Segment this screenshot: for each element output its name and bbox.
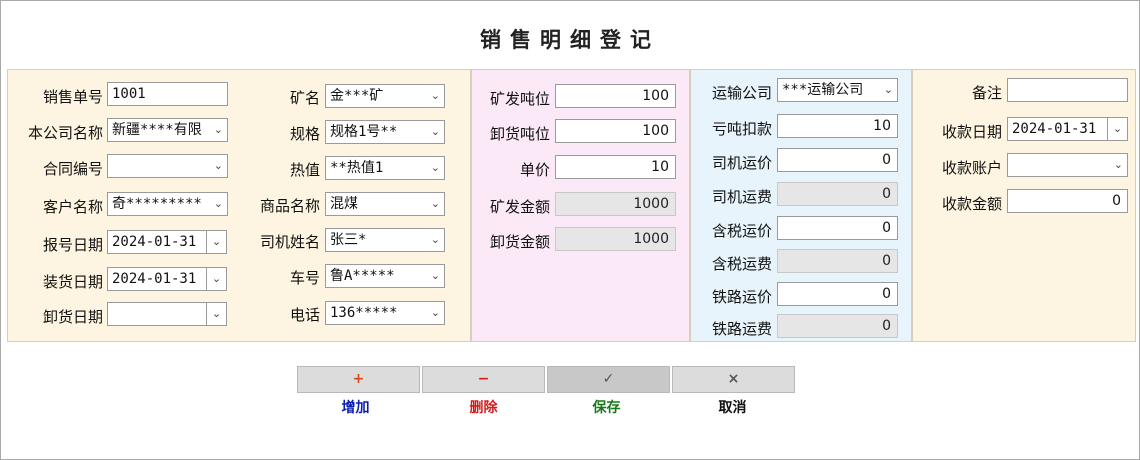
chevron-down-icon: ⌄ [883, 83, 893, 96]
calendar-dropdown-icon[interactable]: ⌄ [206, 230, 227, 254]
mine-tons-label: 矿发吨位 [489, 90, 550, 108]
account-label: 收款账户 [941, 159, 1002, 177]
chevron-down-icon: ⌄ [1113, 158, 1123, 171]
unit-price-label: 单价 [519, 161, 550, 179]
phone-label: 电话 [289, 306, 320, 324]
mine-value: 金***矿 [330, 88, 384, 104]
cancel-label[interactable]: 取消 [671, 397, 794, 417]
phone-select[interactable]: 136***** ⌄ [325, 301, 445, 325]
rail-rate-label: 铁路运价 [711, 288, 772, 306]
delete-label[interactable]: 删除 [422, 397, 545, 417]
heat-value: **热值1 [330, 160, 384, 176]
remark-label: 备注 [971, 84, 1002, 102]
tax-rate-field[interactable]: 0 [777, 216, 898, 240]
company-select[interactable]: 新疆****有限 ⌄ [107, 118, 228, 142]
unload-date-label: 卸货日期 [42, 308, 103, 326]
phone-value: 136***** [330, 305, 398, 321]
mine-amount-field: 1000 [555, 192, 676, 216]
sale-no-field[interactable]: 1001 [107, 82, 228, 106]
driver-select[interactable]: 张三* ⌄ [325, 228, 445, 252]
heat-label: 热值 [289, 161, 320, 179]
tax-fee-field: 0 [777, 249, 898, 273]
add-label[interactable]: 增加 [294, 397, 417, 417]
mine-select[interactable]: 金***矿 ⌄ [325, 84, 445, 108]
unit-price-field[interactable]: 10 [555, 155, 676, 179]
customer-value: 奇********* [112, 196, 202, 212]
chevron-down-icon: ⌄ [430, 161, 440, 174]
receive-amount-field[interactable]: 0 [1007, 189, 1128, 213]
add-button[interactable]: + [297, 366, 420, 393]
remark-field[interactable] [1007, 78, 1128, 102]
calendar-dropdown-icon[interactable]: ⌄ [1107, 117, 1128, 141]
plate-value: 鲁A***** [330, 268, 395, 284]
driver-label: 司机姓名 [259, 233, 320, 251]
rail-fee-field: 0 [777, 314, 898, 338]
product-label: 商品名称 [259, 197, 320, 215]
driver-rate-label: 司机运价 [711, 154, 772, 172]
driver-value: 张三* [330, 232, 367, 248]
mine-tons-field[interactable]: 100 [555, 84, 676, 108]
transport-company-value: ***运输公司 [782, 82, 864, 98]
customer-select[interactable]: 奇********* ⌄ [107, 192, 228, 216]
contract-no-label: 合同编号 [42, 160, 103, 178]
chevron-down-icon: ⌄ [430, 233, 440, 246]
chevron-down-icon: ⌄ [213, 123, 223, 136]
receive-date-field[interactable]: 2024-01-31 [1007, 117, 1108, 141]
chevron-down-icon: ⌄ [430, 89, 440, 102]
mine-label: 矿名 [289, 89, 320, 107]
tax-rate-label: 含税运价 [711, 222, 772, 240]
save-button[interactable]: ✓ [547, 366, 670, 393]
load-date-field[interactable]: 2024-01-31 [107, 267, 207, 291]
report-date-field[interactable]: 2024-01-31 [107, 230, 207, 254]
driver-rate-field[interactable]: 0 [777, 148, 898, 172]
rail-rate-field[interactable]: 0 [777, 282, 898, 306]
cancel-button[interactable]: × [672, 366, 795, 393]
rail-fee-label: 铁路运费 [711, 320, 772, 338]
product-value: 混煤 [330, 196, 358, 212]
unload-tons-field[interactable]: 100 [555, 119, 676, 143]
chevron-down-icon: ⌄ [430, 306, 440, 319]
plate-label: 车号 [289, 269, 320, 287]
company-value: 新疆****有限 [112, 122, 202, 138]
unload-amount-label: 卸货金额 [489, 233, 550, 251]
tax-fee-label: 含税运费 [711, 255, 772, 273]
unload-amount-field: 1000 [555, 227, 676, 251]
page-title: 销售明细登记 [480, 28, 660, 52]
sale-no-label: 销售单号 [42, 88, 103, 106]
chevron-down-icon: ⌄ [213, 159, 223, 172]
report-date-label: 报号日期 [42, 236, 103, 254]
load-date-label: 装货日期 [42, 273, 103, 291]
chevron-down-icon: ⌄ [213, 197, 223, 210]
receive-date-label: 收款日期 [941, 123, 1002, 141]
transport-company-select[interactable]: ***运输公司 ⌄ [777, 78, 898, 102]
driver-fee-field: 0 [777, 182, 898, 206]
save-label[interactable]: 保存 [545, 397, 668, 417]
chevron-down-icon: ⌄ [430, 125, 440, 138]
plate-select[interactable]: 鲁A***** ⌄ [325, 264, 445, 288]
spec-select[interactable]: 规格1号** ⌄ [325, 120, 445, 144]
delete-button[interactable]: − [422, 366, 545, 393]
contract-no-select[interactable]: ⌄ [107, 154, 228, 178]
receive-amount-label: 收款金额 [941, 195, 1002, 213]
chevron-down-icon: ⌄ [430, 269, 440, 282]
calendar-dropdown-icon[interactable]: ⌄ [206, 267, 227, 291]
product-select[interactable]: 混煤 ⌄ [325, 192, 445, 216]
customer-label: 客户名称 [42, 198, 103, 216]
shortage-label: 亏吨扣款 [711, 120, 772, 138]
calendar-dropdown-icon[interactable]: ⌄ [206, 302, 227, 326]
account-select[interactable]: ⌄ [1007, 153, 1128, 177]
transport-company-label: 运输公司 [711, 84, 772, 102]
unload-tons-label: 卸货吨位 [489, 125, 550, 143]
mine-amount-label: 矿发金额 [489, 198, 550, 216]
unload-date-field[interactable] [107, 302, 207, 326]
chevron-down-icon: ⌄ [430, 197, 440, 210]
spec-value: 规格1号** [330, 124, 398, 140]
heat-select[interactable]: **热值1 ⌄ [325, 156, 445, 180]
shortage-field[interactable]: 10 [777, 114, 898, 138]
spec-label: 规格 [289, 125, 320, 143]
company-label: 本公司名称 [27, 124, 103, 142]
driver-fee-label: 司机运费 [711, 188, 772, 206]
